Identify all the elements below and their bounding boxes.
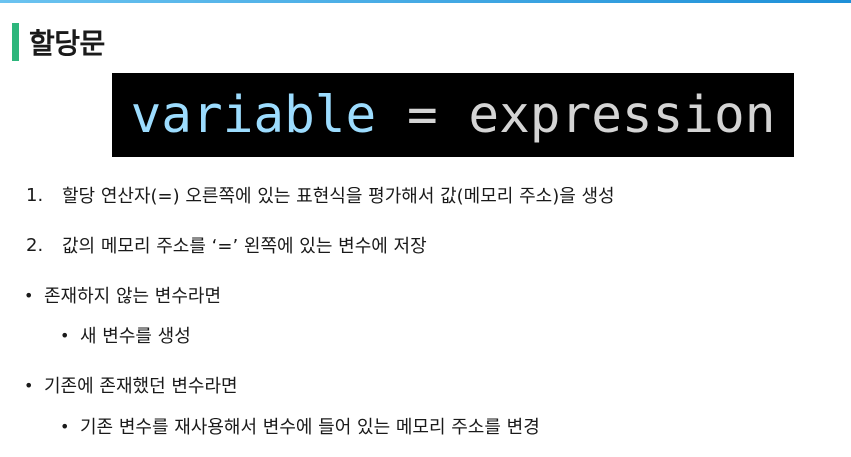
list-marker: 2.	[26, 234, 44, 256]
list-item-text: 값의 메모리 주소를 ‘=’ 왼쪽에 있는 변수에 저장	[62, 236, 427, 257]
code-variable: variable	[130, 85, 377, 145]
list-marker: 1.	[26, 184, 44, 206]
code-block: variable = expression	[112, 73, 794, 157]
title-accent-bar	[12, 23, 19, 61]
list-item-text: 할당 연산자(=) 오른쪽에 있는 표현식을 평가해서 값(메모리 주소)을 생…	[62, 186, 615, 207]
slide: 할당문 variable = expression 1. 할당 연산자(=) 오…	[0, 0, 851, 457]
bullet-marker: •	[60, 416, 70, 436]
list-item-3-sub: • 새 변수를 생성	[60, 322, 191, 348]
bullet-marker: •	[24, 285, 34, 305]
bullet-marker: •	[60, 325, 70, 345]
code-operator: =	[406, 85, 438, 145]
bullet-marker: •	[24, 375, 34, 395]
list-item-3: • 존재하지 않는 변수라면	[24, 282, 221, 308]
list-item-text: 기존 변수를 재사용해서 변수에 들어 있는 메모리 주소를 변경	[80, 417, 540, 438]
list-item-text: 기존에 존재했던 변수라면	[44, 376, 238, 397]
list-item-1: 1. 할당 연산자(=) 오른쪽에 있는 표현식을 평가해서 값(메모리 주소)…	[26, 182, 615, 208]
top-accent-bar	[0, 0, 851, 3]
code-expression: expression	[468, 85, 776, 145]
list-item-text: 새 변수를 생성	[80, 326, 191, 347]
title-row: 할당문	[12, 22, 105, 62]
list-item-2: 2. 값의 메모리 주소를 ‘=’ 왼쪽에 있는 변수에 저장	[26, 232, 427, 258]
list-item-4-sub: • 기존 변수를 재사용해서 변수에 들어 있는 메모리 주소를 변경	[60, 413, 540, 439]
page-title: 할당문	[29, 27, 105, 60]
list-item-text: 존재하지 않는 변수라면	[44, 286, 222, 307]
list-item-4: • 기존에 존재했던 변수라면	[24, 372, 238, 398]
